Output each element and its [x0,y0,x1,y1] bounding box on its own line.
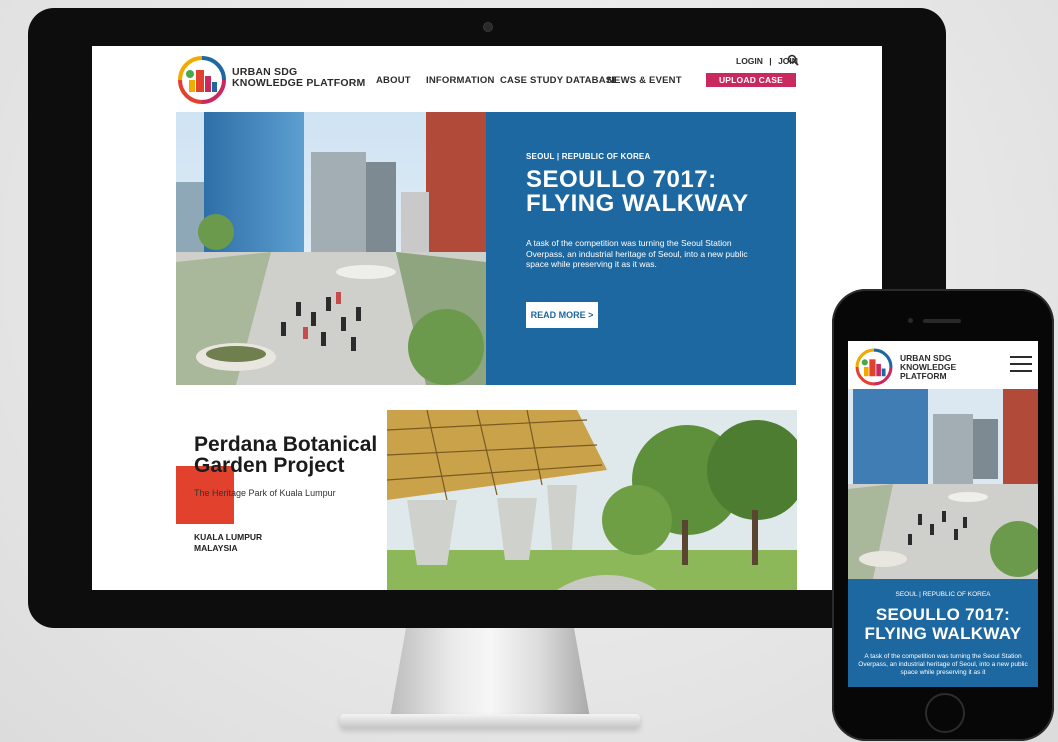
upload-case-studies-button[interactable]: UPLOAD CASE STUDIES [706,73,796,99]
feature-title[interactable]: Perdana Botanical Garden Project [194,434,394,476]
nav-news-event[interactable]: NEWS & EVENT [607,75,682,86]
imac-camera [483,22,493,32]
mobile-hero-title[interactable]: SEOULLO 7017: FLYING WALKWAY [848,605,1038,643]
hero-location: SEOUL | REPUBLIC OF KOREA [526,152,651,161]
desktop-website: URBAN SDG KNOWLEDGE PLATFORM ABOUT INFOR… [92,46,882,590]
site-brand[interactable]: URBAN SDG KNOWLEDGE PLATFORM [232,67,372,89]
phone-speaker [923,319,961,323]
feature-city: KUALA LUMPUR [194,532,263,542]
nav-about[interactable]: ABOUT [376,75,411,86]
mobile-website: URBAN SDG KNOWLEDGE PLATFORM SEOUL | REP… [848,341,1038,687]
mobile-hero-location: SEOUL | REPUBLIC OF KOREA [895,591,991,598]
login-link[interactable]: LOGIN [736,56,763,66]
mobile-hero-description: A task of the competition was turning th… [858,653,1028,676]
mobile-hero-image-seoullo [848,389,1038,579]
hamburger-menu-icon[interactable] [1010,355,1032,373]
search-icon[interactable] [787,54,799,66]
nav-separator: | [769,56,772,66]
city-skyline-ring-icon[interactable] [854,347,894,387]
feature-image-botanical-garden [387,410,797,590]
hero-image-seoullo [176,112,486,385]
feature-country: MALAYSIA [194,543,238,553]
phone-home-button[interactable] [925,693,965,733]
mobile-brand-line-2: KNOWLEDGE PLATFORM [900,362,957,381]
mobile-site-brand[interactable]: URBAN SDG KNOWLEDGE PLATFORM [900,354,1000,381]
city-skyline-ring-icon[interactable] [176,54,228,106]
imac-stand-base [340,714,640,728]
hero-description: A task of the competition was turning th… [526,238,748,269]
imac-stand [390,628,590,718]
nav-case-study-database[interactable]: CASE STUDY DATABASE [500,75,619,86]
phone-camera [908,318,913,323]
read-more-button[interactable]: READ MORE > [526,302,598,328]
brand-line-2: KNOWLEDGE PLATFORM [232,77,366,89]
feature-subtitle: The Heritage Park of Kuala Lumpur [194,488,336,498]
feature-location: KUALA LUMPUR MALAYSIA [194,532,262,554]
nav-information[interactable]: INFORMATION [426,75,495,86]
hero-title: SEOULLO 7017: FLYING WALKWAY [526,166,749,217]
